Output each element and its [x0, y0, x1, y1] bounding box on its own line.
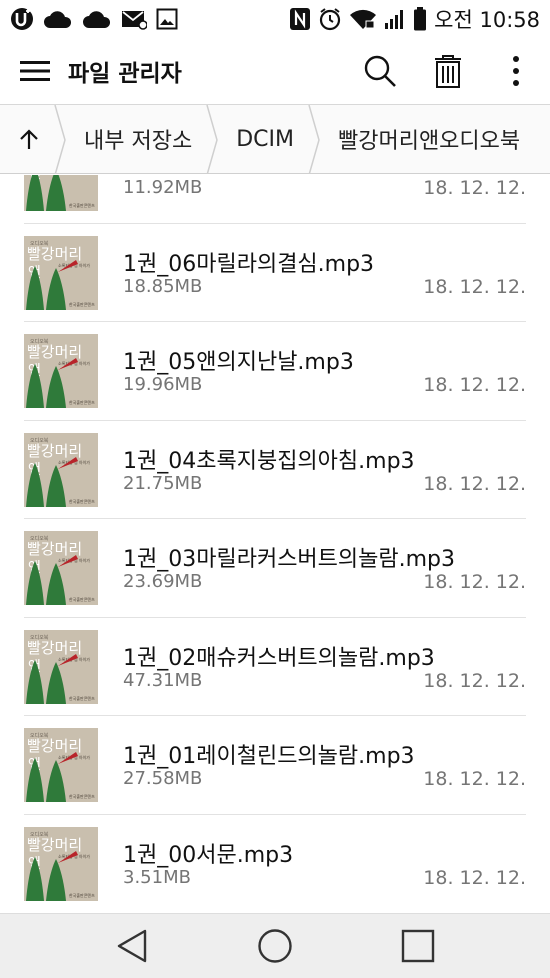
album-art-thumbnail: 오디오북빨강머리소록지붕 집 아이가앤한국출판콘텐츠: [24, 334, 98, 408]
file-date: 18. 12. 12.: [423, 275, 526, 298]
album-art-thumbnail: 오디오북빨강머리소록지붕 집 아이가앤한국출판콘텐츠: [24, 629, 98, 704]
file-row[interactable]: 오디오북빨강머리소록지붕 집 아이가앤한국출판콘텐츠 1권_06마릴라의결심.mp…: [24, 224, 526, 322]
file-size: 21.75MB: [123, 472, 203, 494]
file-list[interactable]: 오디오북빨강머리소록지붕 집 아이가앤한국출판콘텐츠 11.92MB 18. 12.…: [0, 175, 550, 913]
album-art-thumbnail: 오디오북빨강머리소록지붕 집 아이가앤한국출판콘텐츠: [24, 432, 98, 507]
thumb-publisher: 한국출판콘텐츠: [69, 793, 95, 799]
thumb-title: 빨강머리: [27, 639, 82, 657]
file-size: 27.58MB: [123, 768, 203, 789]
chevron-right-icon: [308, 105, 320, 173]
back-icon: [117, 929, 146, 963]
status-time: 오전 10:58: [434, 8, 540, 32]
file-size: 19.96MB: [123, 374, 203, 395]
file-size: 23.69MB: [123, 571, 203, 592]
recents-button[interactable]: [388, 916, 448, 976]
u-plus-icon: [10, 7, 34, 31]
file-size: 3.51MB: [123, 866, 191, 888]
up-button[interactable]: [0, 105, 54, 173]
image-icon: [156, 8, 178, 30]
album-art-thumbnail: 오디오북빨강머리소록지붕 집 아이가앤한국출판콘텐츠: [24, 728, 98, 802]
breadcrumb-item-dcim[interactable]: DCIM: [218, 105, 308, 173]
breadcrumb-item-internal-storage[interactable]: 내부 저장소: [66, 105, 206, 173]
file-name: 1권_03마릴라커스버트의놀람.mp3: [123, 547, 456, 572]
file-name: 1권_05앤의지난날.mp3: [123, 350, 354, 375]
signal-icon: [384, 8, 406, 30]
more-icon: [513, 56, 519, 86]
thumb-title: 빨강머리: [27, 737, 82, 755]
file-row[interactable]: 오디오북빨강머리소록지붕 집 아이가앤한국출판콘텐츠 1권_01레이철린드의놀람.…: [24, 716, 526, 815]
cloud-icon: [43, 8, 73, 30]
file-name: 1권_02매슈커스버트의놀람.mp3: [123, 645, 435, 671]
file-name: 1권_04초록지붕집의아침.mp3: [123, 448, 415, 474]
app-title: 파일 관리자: [68, 61, 182, 87]
file-row[interactable]: 오디오북빨강머리소록지붕 집 아이가앤한국출판콘텐츠 1권_03마릴라커스버트의놀…: [24, 519, 526, 618]
album-art-thumbnail: 오디오북빨강머리소록지붕 집 아이가앤한국출판콘텐츠: [24, 531, 98, 605]
more-options-button[interactable]: [482, 38, 550, 104]
thumb-publisher: 한국출판콘텐츠: [69, 596, 95, 602]
recents-icon: [402, 929, 435, 963]
search-icon: [364, 55, 396, 87]
home-icon: [258, 929, 292, 963]
search-button[interactable]: [346, 38, 414, 104]
home-button[interactable]: [245, 916, 305, 976]
mail-icon: [121, 8, 147, 30]
thumb-publisher: 한국출판콘텐츠: [69, 301, 95, 307]
breadcrumb-item-current-folder[interactable]: 빨강머리앤오디오북: [320, 105, 534, 173]
thumb-publisher: 한국출판콘텐츠: [69, 892, 95, 898]
file-size: 47.31MB: [123, 669, 203, 691]
file-date: 18. 12. 12.: [423, 571, 526, 593]
album-art-thumbnail: 오디오북빨강머리소록지붕 집 아이가앤한국출판콘텐츠: [24, 826, 98, 901]
file-size: 11.92MB: [123, 177, 203, 198]
app-bar: 파일 관리자: [0, 38, 550, 104]
back-button[interactable]: [102, 916, 162, 976]
file-date: 18. 12. 12.: [423, 177, 526, 199]
file-date: 18. 12. 12.: [423, 669, 526, 692]
thumb-title: 빨강머리: [27, 245, 82, 263]
screen: 오전 10:58 파일 관리자 내부 저장소 DCIM 빨강머리앤오디오북 한국…: [0, 0, 550, 978]
file-name: 1권_06마릴라의결심.mp3: [123, 251, 375, 277]
file-row[interactable]: 오디오북빨강머리소록지붕 집 아이가앤한국출판콘텐츠 11.92MB 18. 12.…: [24, 175, 526, 224]
album-art-thumbnail: 오디오북빨강머리소록지붕 집 아이가앤한국출판콘텐츠: [24, 175, 98, 211]
chevron-right-icon: [206, 105, 218, 173]
thumb-title: 빨강머리: [27, 442, 82, 460]
file-row[interactable]: 오디오북빨강머리소록지붕 집 아이가앤한국출판콘텐츠 1권_02매슈커스버트의놀람…: [24, 618, 526, 716]
file-name: 1권_01레이철린드의놀람.mp3: [123, 744, 415, 769]
thumb-publisher: 한국출판콘텐츠: [69, 399, 95, 405]
file-row[interactable]: 오디오북빨강머리소록지붕 집 아이가앤한국출판콘텐츠 1권_05앤의지난날.mp3…: [24, 322, 526, 421]
nfc-icon: [289, 7, 311, 31]
delete-icon: [435, 55, 461, 88]
thumb-publisher: 한국출판콘텐츠: [69, 498, 95, 504]
cloud-icon: [82, 8, 112, 30]
status-bar: 오전 10:58: [0, 0, 550, 38]
file-row[interactable]: 오디오북빨강머리소록지붕 집 아이가앤한국출판콘텐츠 1권_00서문.mp33.5…: [24, 815, 526, 914]
file-date: 18. 12. 12.: [423, 768, 526, 790]
thumb-title: 빨강머리: [27, 836, 82, 854]
alarm-icon: [318, 7, 342, 31]
hamburger-icon: [20, 61, 50, 81]
menu-button[interactable]: [0, 38, 70, 104]
file-row[interactable]: 오디오북빨강머리소록지붕 집 아이가앤한국출판콘텐츠 1권_04초록지붕집의아침.…: [24, 421, 526, 519]
battery-icon: [413, 7, 427, 31]
file-date: 18. 12. 12.: [423, 472, 526, 495]
thumb-publisher: 한국출판콘텐츠: [69, 202, 95, 208]
wifi-icon: [349, 8, 377, 30]
file-size: 18.85MB: [123, 275, 203, 297]
delete-button[interactable]: [414, 38, 482, 104]
file-name: 1권_00서문.mp3: [123, 842, 294, 868]
arrow-up-icon: [20, 129, 38, 149]
navigation-bar: [0, 913, 550, 978]
album-art-thumbnail: 오디오북빨강머리소록지붕 집 아이가앤한국출판콘텐츠: [24, 235, 98, 310]
thumb-title: 빨강머리: [27, 540, 82, 558]
file-date: 18. 12. 12.: [423, 374, 526, 396]
thumb-publisher: 한국출판콘텐츠: [69, 695, 95, 701]
chevron-right-icon: [54, 105, 66, 173]
thumb-title: 빨강머리: [27, 343, 82, 361]
breadcrumb: 내부 저장소 DCIM 빨강머리앤오디오북: [0, 104, 550, 174]
file-date: 18. 12. 12.: [423, 866, 526, 889]
